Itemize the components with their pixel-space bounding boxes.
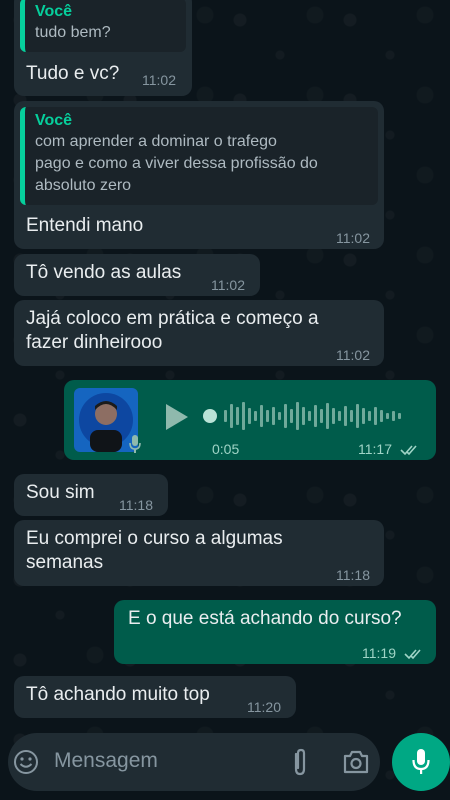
message-time: 11:02 bbox=[142, 72, 176, 88]
message-text-line: Jajá coloco em prática e começo a bbox=[26, 308, 319, 329]
voice-message-bubble[interactable]: 0:05 11:17 bbox=[64, 380, 436, 460]
quote-text-line: absoluto zero bbox=[35, 177, 132, 194]
voice-record-button[interactable] bbox=[392, 733, 450, 791]
voice-duration: 0:05 bbox=[212, 441, 240, 457]
message-bubble[interactable]: E o que está achando do curso? 11:19 bbox=[114, 600, 436, 664]
message-text: Tudo e vc? bbox=[26, 63, 120, 84]
play-icon[interactable] bbox=[162, 402, 190, 439]
message-time: 11:18 bbox=[336, 567, 370, 583]
message-text: Tô achando muito top bbox=[26, 684, 210, 705]
message-text-line: semanas bbox=[26, 552, 104, 573]
quoted-message[interactable]: Você tudo bem? bbox=[20, 0, 186, 52]
audio-waveform[interactable] bbox=[202, 398, 418, 434]
quoted-message[interactable]: Você com aprender a dominar o trafego pa… bbox=[20, 107, 378, 205]
message-time: 11:17 bbox=[358, 441, 392, 457]
message-bubble[interactable]: Sou sim 11:18 bbox=[14, 474, 168, 516]
read-receipt-icon bbox=[404, 643, 424, 667]
quote-author: Você bbox=[35, 112, 73, 129]
message-bubble[interactable]: Tô vendo as aulas 11:02 bbox=[14, 254, 260, 296]
message-time: 11:02 bbox=[211, 277, 245, 293]
message-bubble[interactable]: Você tudo bem? Tudo e vc? 11:02 bbox=[14, 0, 192, 96]
message-bubble[interactable]: Jajá coloco em prática e começo a fazer … bbox=[14, 300, 384, 366]
message-time: 11:18 bbox=[119, 497, 153, 513]
mic-icon bbox=[128, 434, 142, 461]
message-input[interactable]: Mensagem bbox=[54, 749, 158, 773]
quote-text-line: pago e como a viver dessa profissão do bbox=[35, 155, 318, 172]
attach-icon[interactable] bbox=[288, 748, 312, 783]
emoji-icon[interactable] bbox=[12, 748, 40, 781]
message-text: Sou sim bbox=[26, 482, 95, 503]
message-bubble[interactable]: Você com aprender a dominar o trafego pa… bbox=[14, 101, 384, 249]
message-text: Tô vendo as aulas bbox=[26, 262, 182, 283]
message-time: 11:02 bbox=[336, 347, 370, 363]
message-bubble[interactable]: Tô achando muito top 11:20 bbox=[14, 676, 296, 718]
quote-text-line: com aprender a dominar o trafego bbox=[35, 133, 277, 150]
quote-author: Você bbox=[35, 3, 73, 20]
message-bubble[interactable]: Eu comprei o curso a algumas semanas 11:… bbox=[14, 520, 384, 586]
quote-text: tudo bem? bbox=[35, 24, 111, 41]
message-time: 11:19 bbox=[362, 645, 396, 661]
message-time: 11:20 bbox=[247, 699, 281, 715]
mic-icon bbox=[411, 748, 431, 781]
message-text: E o que está achando do curso? bbox=[128, 608, 402, 629]
chat-thread[interactable]: Você tudo bem? Tudo e vc? 11:02 Você com… bbox=[0, 0, 450, 730]
message-composer[interactable]: Mensagem bbox=[8, 733, 380, 791]
read-receipt-icon bbox=[400, 439, 420, 463]
message-text: Entendi mano bbox=[26, 215, 144, 236]
camera-icon[interactable] bbox=[342, 749, 370, 780]
message-time: 11:02 bbox=[336, 230, 370, 246]
message-text-line: Eu comprei o curso a algumas bbox=[26, 528, 283, 549]
message-text-line: fazer dinheirooo bbox=[26, 332, 163, 353]
